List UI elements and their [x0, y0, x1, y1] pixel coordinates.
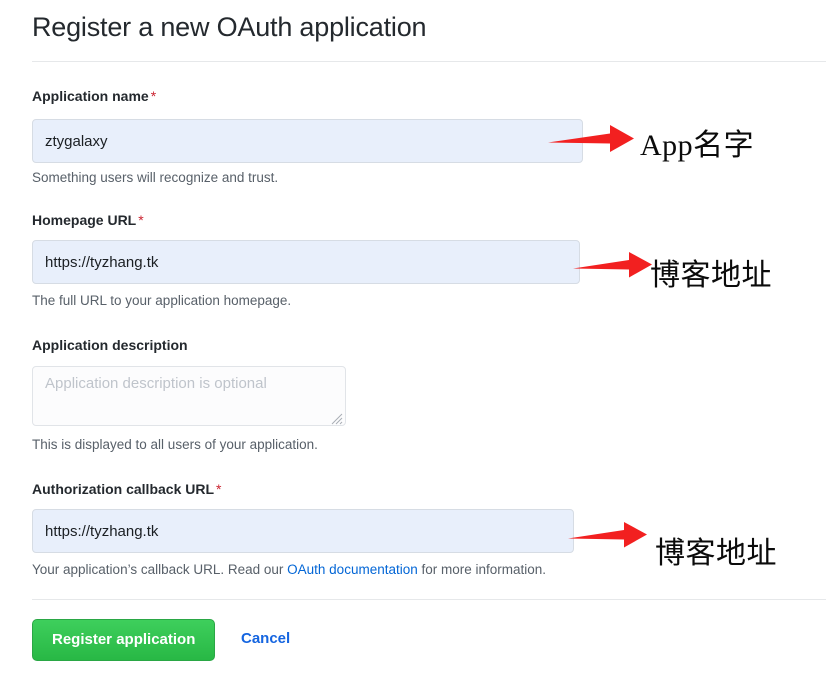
- help-application-description: This is displayed to all users of your a…: [32, 437, 318, 452]
- cancel-link[interactable]: Cancel: [241, 630, 290, 647]
- help-authorization-callback-url: Your application’s callback URL. Read ou…: [32, 562, 546, 577]
- help-callback-prefix: Your application’s callback URL. Read ou…: [32, 562, 288, 577]
- label-authorization-callback-url-text: Authorization callback URL: [32, 481, 215, 497]
- authorization-callback-url-input[interactable]: [32, 509, 574, 553]
- application-description-textarea[interactable]: [32, 366, 346, 426]
- page-title: Register a new OAuth application: [32, 12, 427, 42]
- annotation-arrow-2-icon: [573, 252, 652, 278]
- required-asterisk-homepage-url: *: [138, 212, 144, 228]
- title-divider: [32, 61, 826, 62]
- label-homepage-url: Homepage URL *: [32, 212, 144, 228]
- label-homepage-url-text: Homepage URL: [32, 212, 137, 228]
- oauth-documentation-link[interactable]: OAuth documentation: [287, 562, 418, 577]
- homepage-url-input[interactable]: [32, 240, 580, 284]
- label-authorization-callback-url: Authorization callback URL *: [32, 481, 221, 497]
- help-callback-suffix: for more information.: [417, 562, 547, 577]
- label-application-description: Application description: [32, 337, 190, 353]
- annotation-arrow-3-icon: [568, 522, 647, 548]
- register-application-button[interactable]: Register application: [32, 619, 216, 661]
- annotation-label-1: App名字: [640, 129, 755, 162]
- label-application-description-text: Application description: [32, 337, 188, 353]
- annotation-label-3: 博客地址: [655, 537, 777, 570]
- label-application-name-text: Application name: [32, 88, 149, 104]
- footer-divider: [32, 599, 826, 600]
- help-application-name: Something users will recognize and trust…: [32, 170, 279, 185]
- required-asterisk-authorization-callback-url: *: [216, 481, 222, 497]
- annotation-label-2: 博客地址: [650, 259, 772, 292]
- help-homepage-url: The full URL to your application homepag…: [32, 293, 292, 308]
- application-name-input[interactable]: [32, 119, 583, 163]
- label-application-name: Application name *: [32, 88, 156, 104]
- required-asterisk-application-name: *: [150, 88, 157, 104]
- oauth-app-registration-page: Register a new OAuth application Applica…: [0, 0, 826, 684]
